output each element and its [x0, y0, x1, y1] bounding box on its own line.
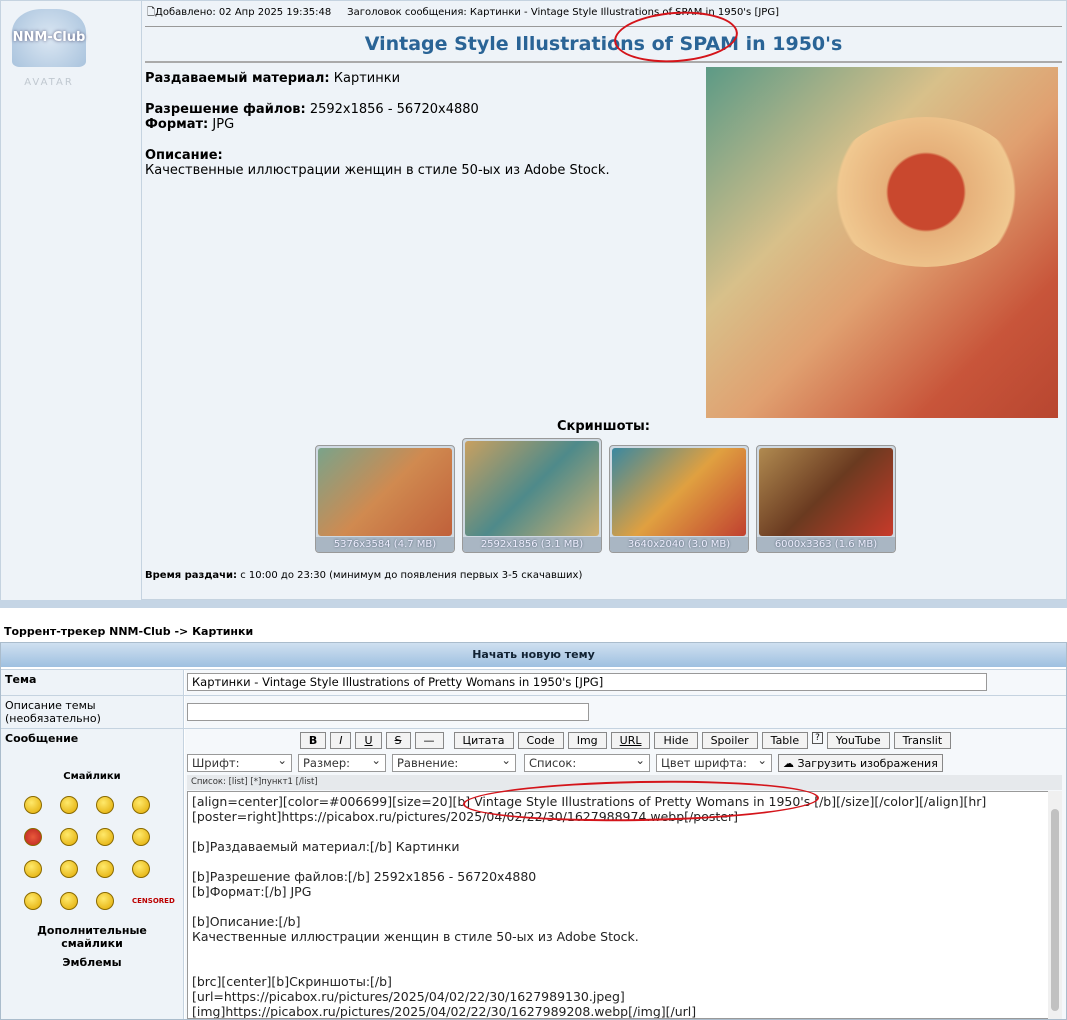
avatar-logo: NNM-Club	[12, 9, 86, 67]
poster-figure	[826, 117, 1026, 267]
smiley-icon[interactable]	[96, 892, 114, 910]
screenshot-thumb[interactable]: 5376x3584 (4.7 MB)	[315, 445, 455, 553]
resolution-value: 2592x1856 - 56720x4880	[305, 102, 479, 117]
post-title: Vintage Style Illustrations of SPAM in 1…	[145, 27, 1062, 63]
italic-button[interactable]: I	[330, 732, 352, 749]
font-color-select[interactable]: Цвет шрифта:	[656, 752, 772, 772]
thumb-image	[465, 441, 599, 536]
table-button[interactable]: Table	[761, 732, 809, 749]
smiley-icon[interactable]	[96, 796, 114, 814]
smiley-icon[interactable]	[60, 796, 78, 814]
description-label: Описание:	[145, 148, 223, 163]
list-select[interactable]: Список:	[524, 752, 650, 772]
smiley-icon[interactable]	[24, 796, 42, 814]
smiley-icon[interactable]	[60, 828, 78, 846]
upload-label: Загрузить изображения	[797, 756, 938, 770]
screenshot-thumb[interactable]: 2592x1856 (3.1 MB)	[462, 438, 602, 553]
avatar-label: AVATAR	[24, 77, 74, 88]
help-icon[interactable]: ?	[812, 732, 823, 744]
post-meta: 🗋Добавлено: 02 Апр 2025 19:35:48 Заголов…	[145, 1, 1062, 27]
material-label: Раздаваемый материал:	[145, 71, 330, 86]
thumb-image	[759, 448, 893, 536]
message-textarea[interactable]: [align=center][color=#006699][size=20][b…	[187, 791, 1062, 1019]
youtube-button[interactable]: YouTube	[826, 732, 890, 749]
form-header: Начать новую тему	[1, 643, 1066, 667]
description-row: Описание темы (необязательно)	[1, 695, 1066, 728]
post-body: 🗋Добавлено: 02 Апр 2025 19:35:48 Заголов…	[145, 1, 1062, 581]
thumb-caption: 2592x1856 (3.1 MB)	[463, 537, 601, 552]
screenshot-thumbs: 5376x3584 (4.7 MB) 2592x1856 (3.1 MB) 36…	[315, 438, 896, 553]
smiley-icon[interactable]	[132, 860, 150, 878]
message-row: Сообщение Смайлики CENSORED Дополнительн…	[1, 728, 1066, 1019]
smiley-icon[interactable]	[60, 860, 78, 878]
hr-button[interactable]: —	[414, 732, 444, 749]
topic-label: Тема	[1, 670, 184, 695]
more-smilies-link[interactable]: Дополнительные смайлики	[5, 924, 179, 950]
thumb-caption: 6000x3363 (1.6 MB)	[757, 537, 895, 552]
author-column: NNM-Club AVATAR	[1, 1, 142, 601]
smiley-icon[interactable]	[96, 828, 114, 846]
align-select[interactable]: Равнение:	[392, 752, 516, 772]
thumb-caption: 5376x3584 (4.7 MB)	[316, 537, 454, 552]
underline-button[interactable]: U	[355, 732, 382, 749]
hide-button[interactable]: Hide	[654, 732, 698, 749]
description-input[interactable]	[187, 703, 589, 721]
resolution-label: Разрешение файлов:	[145, 102, 306, 117]
smiley-icon[interactable]	[132, 796, 150, 814]
topic-input[interactable]	[187, 673, 987, 691]
screenshot-thumb[interactable]: 6000x3363 (1.6 MB)	[756, 445, 896, 553]
seed-time-label: Время раздачи:	[145, 570, 238, 581]
screenshot-thumb[interactable]: 3640x2040 (3.0 MB)	[609, 445, 749, 553]
smilies-grid: CENSORED	[13, 796, 179, 910]
thumb-image	[318, 448, 452, 536]
post-icon: 🗋	[147, 7, 156, 18]
format-value: JPG	[208, 117, 235, 132]
format-toolbar: B I U S — Цитата Code Img URL Hide Spoil…	[185, 732, 1066, 749]
emblems-link[interactable]: Эмблемы	[5, 956, 179, 969]
seed-time-value: с 10:00 до 23:30 (минимум до появления п…	[237, 570, 583, 581]
spoiler-button[interactable]: Spoiler	[701, 732, 758, 749]
translit-button[interactable]: Translit	[893, 732, 952, 749]
format-label: Формат:	[145, 117, 209, 132]
censored-smiley[interactable]: CENSORED	[132, 892, 175, 910]
smiley-icon[interactable]	[24, 860, 42, 878]
editor: B I U S — Цитата Code Img URL Hide Spoil…	[185, 729, 1066, 1019]
font-select[interactable]: Шрифт:	[187, 752, 292, 772]
smiley-icon[interactable]	[24, 828, 42, 846]
smiley-icon[interactable]	[132, 828, 150, 846]
textarea-scrollbar[interactable]	[1048, 791, 1062, 1019]
avatar: NNM-Club AVATAR	[9, 9, 89, 89]
thumb-image	[612, 448, 746, 536]
post-date: Добавлено: 02 Апр 2025 19:35:48	[155, 7, 332, 18]
bold-button[interactable]: B	[299, 732, 327, 749]
message-sidebar: Сообщение Смайлики CENSORED Дополнительн…	[1, 729, 184, 1019]
description-label: Описание темы (необязательно)	[1, 696, 184, 728]
smiley-icon[interactable]	[96, 860, 114, 878]
code-button[interactable]: Code	[517, 732, 564, 749]
scrollbar-thumb[interactable]	[1051, 809, 1059, 1011]
smiley-icon[interactable]	[60, 892, 78, 910]
upload-images-button[interactable]: ☁ Загрузить изображения	[778, 754, 943, 772]
topic-row: Тема	[1, 669, 1066, 695]
breadcrumb[interactable]: Торрент-трекер NNM-Club -> Картинки	[4, 625, 253, 638]
new-topic-form: Начать новую тему Тема Описание темы (не…	[0, 642, 1067, 1020]
url-button[interactable]: URL	[610, 732, 651, 749]
thumb-caption: 3640x2040 (3.0 MB)	[610, 537, 748, 552]
separator	[0, 600, 1067, 608]
smilies-label: Смайлики	[63, 771, 121, 782]
screenshots-label: Скриншоты:	[557, 419, 650, 434]
material-value: Картинки	[329, 71, 401, 86]
strike-button[interactable]: S	[385, 732, 411, 749]
message-label: Сообщение	[5, 732, 79, 745]
size-select[interactable]: Размер:	[298, 752, 386, 772]
img-button[interactable]: Img	[567, 732, 607, 749]
poster-image[interactable]	[706, 67, 1058, 418]
smiley-icon[interactable]	[24, 892, 42, 910]
upload-icon: ☁	[783, 756, 794, 770]
quote-button[interactable]: Цитата	[453, 732, 514, 749]
post: NNM-Club AVATAR 🗋Добавлено: 02 Апр 2025 …	[0, 0, 1067, 601]
seed-time: Время раздачи: с 10:00 до 23:30 (минимум…	[145, 570, 582, 581]
